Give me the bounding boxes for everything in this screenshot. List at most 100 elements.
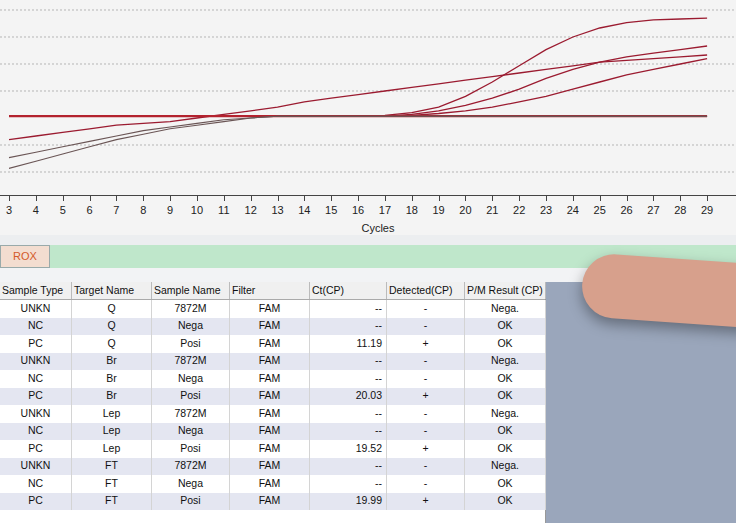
tick-label: 15 <box>321 204 341 217</box>
tick-label: 20 <box>455 204 475 217</box>
table-cell: + <box>387 440 465 458</box>
channel-tab[interactable]: ROX <box>0 245 50 268</box>
table-cell: Q <box>72 300 152 318</box>
table-cell: Lep <box>72 423 152 441</box>
table-row[interactable]: UNKNFT7872MFAM---Nega. <box>0 458 545 476</box>
tick-label: 28 <box>670 204 690 217</box>
table-cell: Nega <box>152 370 230 388</box>
table-cell: FAM <box>230 440 310 458</box>
tick-label: 26 <box>617 204 637 217</box>
table-cell: FAM <box>230 318 310 336</box>
table-cell: - <box>387 423 465 441</box>
table-cell: PC <box>0 440 72 458</box>
table-cell: Nega. <box>465 353 546 371</box>
table-cell: FAM <box>230 300 310 318</box>
table-cell: FAM <box>230 458 310 476</box>
table-cell: Nega <box>152 318 230 336</box>
table-cell: Lep <box>72 440 152 458</box>
tick-mark <box>278 196 279 201</box>
tick-mark <box>573 196 574 201</box>
tick-mark <box>197 196 198 201</box>
table-cell: 7872M <box>152 353 230 371</box>
table-row[interactable]: NCFTNegaFAM---OK <box>0 475 545 493</box>
x-axis: 3456789101112131415161718192021222324252… <box>0 195 736 235</box>
tick-label: 3 <box>0 204 19 217</box>
column-header[interactable]: Filter <box>230 282 310 299</box>
table-cell: Nega. <box>465 458 546 476</box>
table-cell: FT <box>72 458 152 476</box>
table-cell: - <box>387 318 465 336</box>
column-header[interactable]: Detected(CP) <box>387 282 465 299</box>
tick-label: 18 <box>402 204 422 217</box>
tick-mark <box>358 196 359 201</box>
table-row[interactable]: PCFTPosiFAM19.99+OK <box>0 493 545 511</box>
table-cell: FAM <box>230 370 310 388</box>
table-cell: - <box>387 353 465 371</box>
table-cell: NC <box>0 475 72 493</box>
table-cell: Br <box>72 388 152 406</box>
table-row[interactable]: UNKNLep7872MFAM---Nega. <box>0 405 545 423</box>
table-row[interactable]: NCLepNegaFAM---OK <box>0 423 545 441</box>
curve <box>9 59 707 117</box>
table-cell: FAM <box>230 353 310 371</box>
table-cell: Q <box>72 318 152 336</box>
table-row[interactable]: NCQNegaFAM---OK <box>0 318 545 336</box>
table-cell: NC <box>0 370 72 388</box>
tick-mark <box>90 196 91 201</box>
table-cell: -- <box>310 423 387 441</box>
table-cell: Lep <box>72 405 152 423</box>
tick-mark <box>600 196 601 201</box>
table-row[interactable]: NCBrNegaFAM---OK <box>0 370 545 388</box>
table-cell: Posi <box>152 493 230 511</box>
tick-label: 17 <box>375 204 395 217</box>
table-header: Sample TypeTarget NameSample NameFilterC… <box>0 282 545 300</box>
table-cell: OK <box>465 318 546 336</box>
tick-mark <box>385 196 386 201</box>
table-cell: UNKN <box>0 300 72 318</box>
table-cell: Nega. <box>465 300 546 318</box>
table-row[interactable]: PCBrPosiFAM20.03+OK <box>0 388 545 406</box>
table-row[interactable]: PCQPosiFAM11.19+OK <box>0 335 545 353</box>
table-cell: -- <box>310 475 387 493</box>
tick-label: 14 <box>294 204 314 217</box>
tick-label: 8 <box>133 204 153 217</box>
table-cell: - <box>387 405 465 423</box>
table-cell: - <box>387 300 465 318</box>
table-cell: -- <box>310 458 387 476</box>
column-header[interactable]: Sample Type <box>0 282 72 299</box>
tick-mark <box>304 196 305 201</box>
table-cell: 7872M <box>152 458 230 476</box>
table-cell: UNKN <box>0 405 72 423</box>
table-cell: FT <box>72 493 152 511</box>
table-row[interactable]: UNKNBr7872MFAM---Nega. <box>0 353 545 371</box>
table-cell: PC <box>0 388 72 406</box>
table-cell: UNKN <box>0 353 72 371</box>
table-cell: FAM <box>230 335 310 353</box>
tick-label: 16 <box>348 204 368 217</box>
table-cell: 11.19 <box>310 335 387 353</box>
table-cell: -- <box>310 370 387 388</box>
table-cell: -- <box>310 300 387 318</box>
table-cell: - <box>387 475 465 493</box>
tick-mark <box>63 196 64 201</box>
table-cell: 7872M <box>152 405 230 423</box>
tick-mark <box>492 196 493 201</box>
table-cell: OK <box>465 440 546 458</box>
table-row[interactable]: UNKNQ7872MFAM---Nega. <box>0 300 545 318</box>
table-cell: Nega. <box>465 405 546 423</box>
column-header[interactable]: Ct(CP) <box>310 282 387 299</box>
table-row[interactable]: PCLepPosiFAM19.52+OK <box>0 440 545 458</box>
column-header[interactable]: Sample Name <box>152 282 230 299</box>
tick-label: 25 <box>590 204 610 217</box>
column-header[interactable]: P/M Result (CP) <box>465 282 546 299</box>
tick-mark <box>465 196 466 201</box>
table-cell: 7872M <box>152 300 230 318</box>
tick-mark <box>116 196 117 201</box>
column-header[interactable]: Target Name <box>72 282 152 299</box>
tick-mark <box>9 196 10 201</box>
tick-label: 19 <box>429 204 449 217</box>
tick-mark <box>546 196 547 201</box>
tick-mark <box>439 196 440 201</box>
table-cell: FAM <box>230 388 310 406</box>
tick-label: 7 <box>106 204 126 217</box>
